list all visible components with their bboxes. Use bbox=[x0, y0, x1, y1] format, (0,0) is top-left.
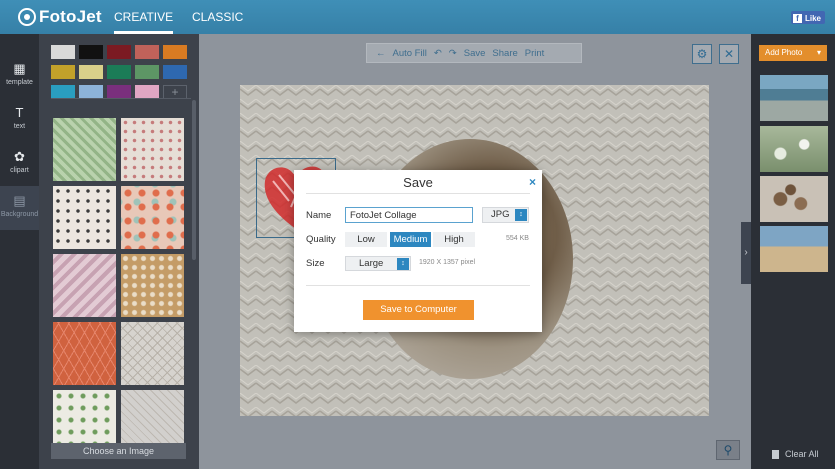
size-label: Size bbox=[306, 258, 325, 269]
logo-text: FotoJet bbox=[39, 7, 102, 26]
select-arrows-icon: ↕ bbox=[515, 209, 527, 221]
close-icon[interactable]: × bbox=[529, 175, 536, 189]
choose-image-button[interactable]: Choose an Image bbox=[51, 443, 186, 459]
size-select[interactable]: Large ↕ bbox=[345, 256, 411, 271]
save-toolbar-button[interactable]: Save bbox=[464, 48, 486, 59]
rail-label-background: Background bbox=[0, 211, 39, 218]
background-thumb[interactable] bbox=[53, 186, 116, 249]
redo-icon[interactable]: ↷ bbox=[449, 48, 457, 59]
zoom-icon[interactable]: ⚲ bbox=[716, 440, 740, 460]
rail-label-template: template bbox=[6, 79, 33, 86]
save-dialog: Save × Name JPG ↕ Quality Low Medium Hig… bbox=[294, 170, 542, 332]
rail-item-background[interactable]: ▤ Background bbox=[0, 186, 39, 230]
format-select[interactable]: JPG ↕ bbox=[482, 207, 529, 223]
dialog-divider bbox=[306, 193, 530, 194]
facebook-icon: f bbox=[792, 13, 802, 23]
background-thumbnails bbox=[53, 118, 189, 464]
tool-rail: ▦ template T text ✿ clipart ▤ Background bbox=[0, 34, 39, 469]
color-swatch[interactable] bbox=[79, 85, 103, 99]
background-icon: ▤ bbox=[13, 193, 26, 208]
color-swatch[interactable] bbox=[107, 45, 131, 59]
color-swatch[interactable] bbox=[51, 45, 75, 59]
dialog-divider bbox=[306, 285, 530, 286]
panel-divider bbox=[51, 98, 191, 99]
text-icon: T bbox=[15, 105, 24, 120]
add-color-button[interactable]: + bbox=[163, 85, 187, 99]
settings-gear-icon[interactable]: ⚙ bbox=[692, 44, 712, 64]
add-photo-button[interactable]: Add Photo ▾ bbox=[759, 45, 827, 61]
logo-icon bbox=[18, 8, 36, 26]
top-bar: FotoJet CREATIVE CLASSIC f Like bbox=[0, 0, 835, 34]
photo-thumb-child-beach[interactable] bbox=[760, 226, 828, 272]
file-name-input[interactable] bbox=[345, 207, 473, 223]
rail-label-clipart: clipart bbox=[10, 167, 29, 174]
rail-label-text: text bbox=[13, 123, 26, 130]
add-photo-label: Add Photo bbox=[765, 48, 803, 57]
close-canvas-icon[interactable]: ✕ bbox=[719, 44, 739, 64]
color-swatch[interactable] bbox=[135, 85, 159, 99]
dialog-title: Save bbox=[403, 175, 433, 190]
background-thumb[interactable] bbox=[53, 322, 116, 385]
color-swatch[interactable] bbox=[135, 45, 159, 59]
color-swatch[interactable] bbox=[107, 65, 131, 79]
chevron-down-icon: ▾ bbox=[816, 48, 821, 57]
background-panel: + Choose an Image bbox=[39, 34, 199, 469]
background-thumb[interactable] bbox=[53, 118, 116, 181]
photo-thumb-beach[interactable] bbox=[760, 75, 828, 121]
background-thumb[interactable] bbox=[53, 254, 116, 317]
color-swatch[interactable] bbox=[79, 45, 103, 59]
autofill-button[interactable]: Auto Fill bbox=[393, 48, 427, 59]
trash-icon bbox=[772, 449, 779, 459]
photo-thumb-flowers[interactable] bbox=[760, 126, 828, 172]
app-window: FotoJet CREATIVE CLASSIC f Like ▦ templa… bbox=[0, 0, 835, 469]
quality-high-button[interactable]: High bbox=[433, 232, 475, 247]
color-swatch[interactable] bbox=[163, 45, 187, 59]
photo-thumb-coffee-beans[interactable] bbox=[760, 176, 828, 222]
quality-label: Quality bbox=[306, 234, 336, 245]
back-arrow-icon[interactable]: ← bbox=[376, 48, 386, 59]
template-icon: ▦ bbox=[13, 61, 26, 76]
color-swatch[interactable] bbox=[51, 65, 75, 79]
rail-item-clipart[interactable]: ✿ clipart bbox=[0, 142, 39, 186]
tab-creative[interactable]: CREATIVE bbox=[114, 0, 174, 34]
name-label: Name bbox=[306, 210, 332, 221]
format-value: JPG bbox=[491, 209, 510, 220]
select-arrows-icon: ↕ bbox=[397, 258, 409, 270]
facebook-like-button[interactable]: f Like bbox=[790, 11, 825, 24]
print-button[interactable]: Print bbox=[525, 48, 545, 59]
fotojet-logo[interactable]: FotoJet bbox=[18, 7, 102, 27]
color-swatch[interactable] bbox=[135, 65, 159, 79]
save-to-computer-button[interactable]: Save to Computer bbox=[363, 300, 474, 320]
canvas-toolbar: ← Auto Fill ↶ ↷ Save Share Print bbox=[366, 43, 582, 63]
color-swatch[interactable] bbox=[79, 65, 103, 79]
facebook-like-label: Like bbox=[804, 13, 821, 23]
undo-icon[interactable]: ↶ bbox=[434, 48, 442, 59]
clear-all-button[interactable]: Clear All bbox=[772, 449, 819, 459]
tab-classic[interactable]: CLASSIC bbox=[192, 0, 243, 34]
background-thumb[interactable] bbox=[121, 322, 184, 385]
rail-item-text[interactable]: T text bbox=[0, 98, 39, 142]
collapse-right-panel-chevron-icon[interactable]: › bbox=[741, 222, 751, 284]
color-swatch[interactable] bbox=[51, 85, 75, 99]
size-value: Large bbox=[359, 258, 384, 269]
share-button[interactable]: Share bbox=[492, 48, 517, 59]
background-thumb[interactable] bbox=[121, 118, 184, 181]
clear-all-label: Clear All bbox=[785, 449, 819, 459]
color-swatch[interactable] bbox=[163, 65, 187, 79]
rail-item-template[interactable]: ▦ template bbox=[0, 54, 39, 98]
quality-medium-button[interactable]: Medium bbox=[390, 232, 431, 247]
color-swatch[interactable] bbox=[107, 85, 131, 99]
background-thumb[interactable] bbox=[121, 254, 184, 317]
panel-scrollbar[interactable] bbox=[192, 100, 196, 260]
clipart-icon: ✿ bbox=[14, 149, 25, 164]
file-size-estimate: 554 KB bbox=[506, 235, 529, 242]
background-thumb[interactable] bbox=[121, 186, 184, 249]
image-dimensions: 1920 X 1357 pixel bbox=[419, 259, 476, 266]
quality-low-button[interactable]: Low bbox=[345, 232, 387, 247]
